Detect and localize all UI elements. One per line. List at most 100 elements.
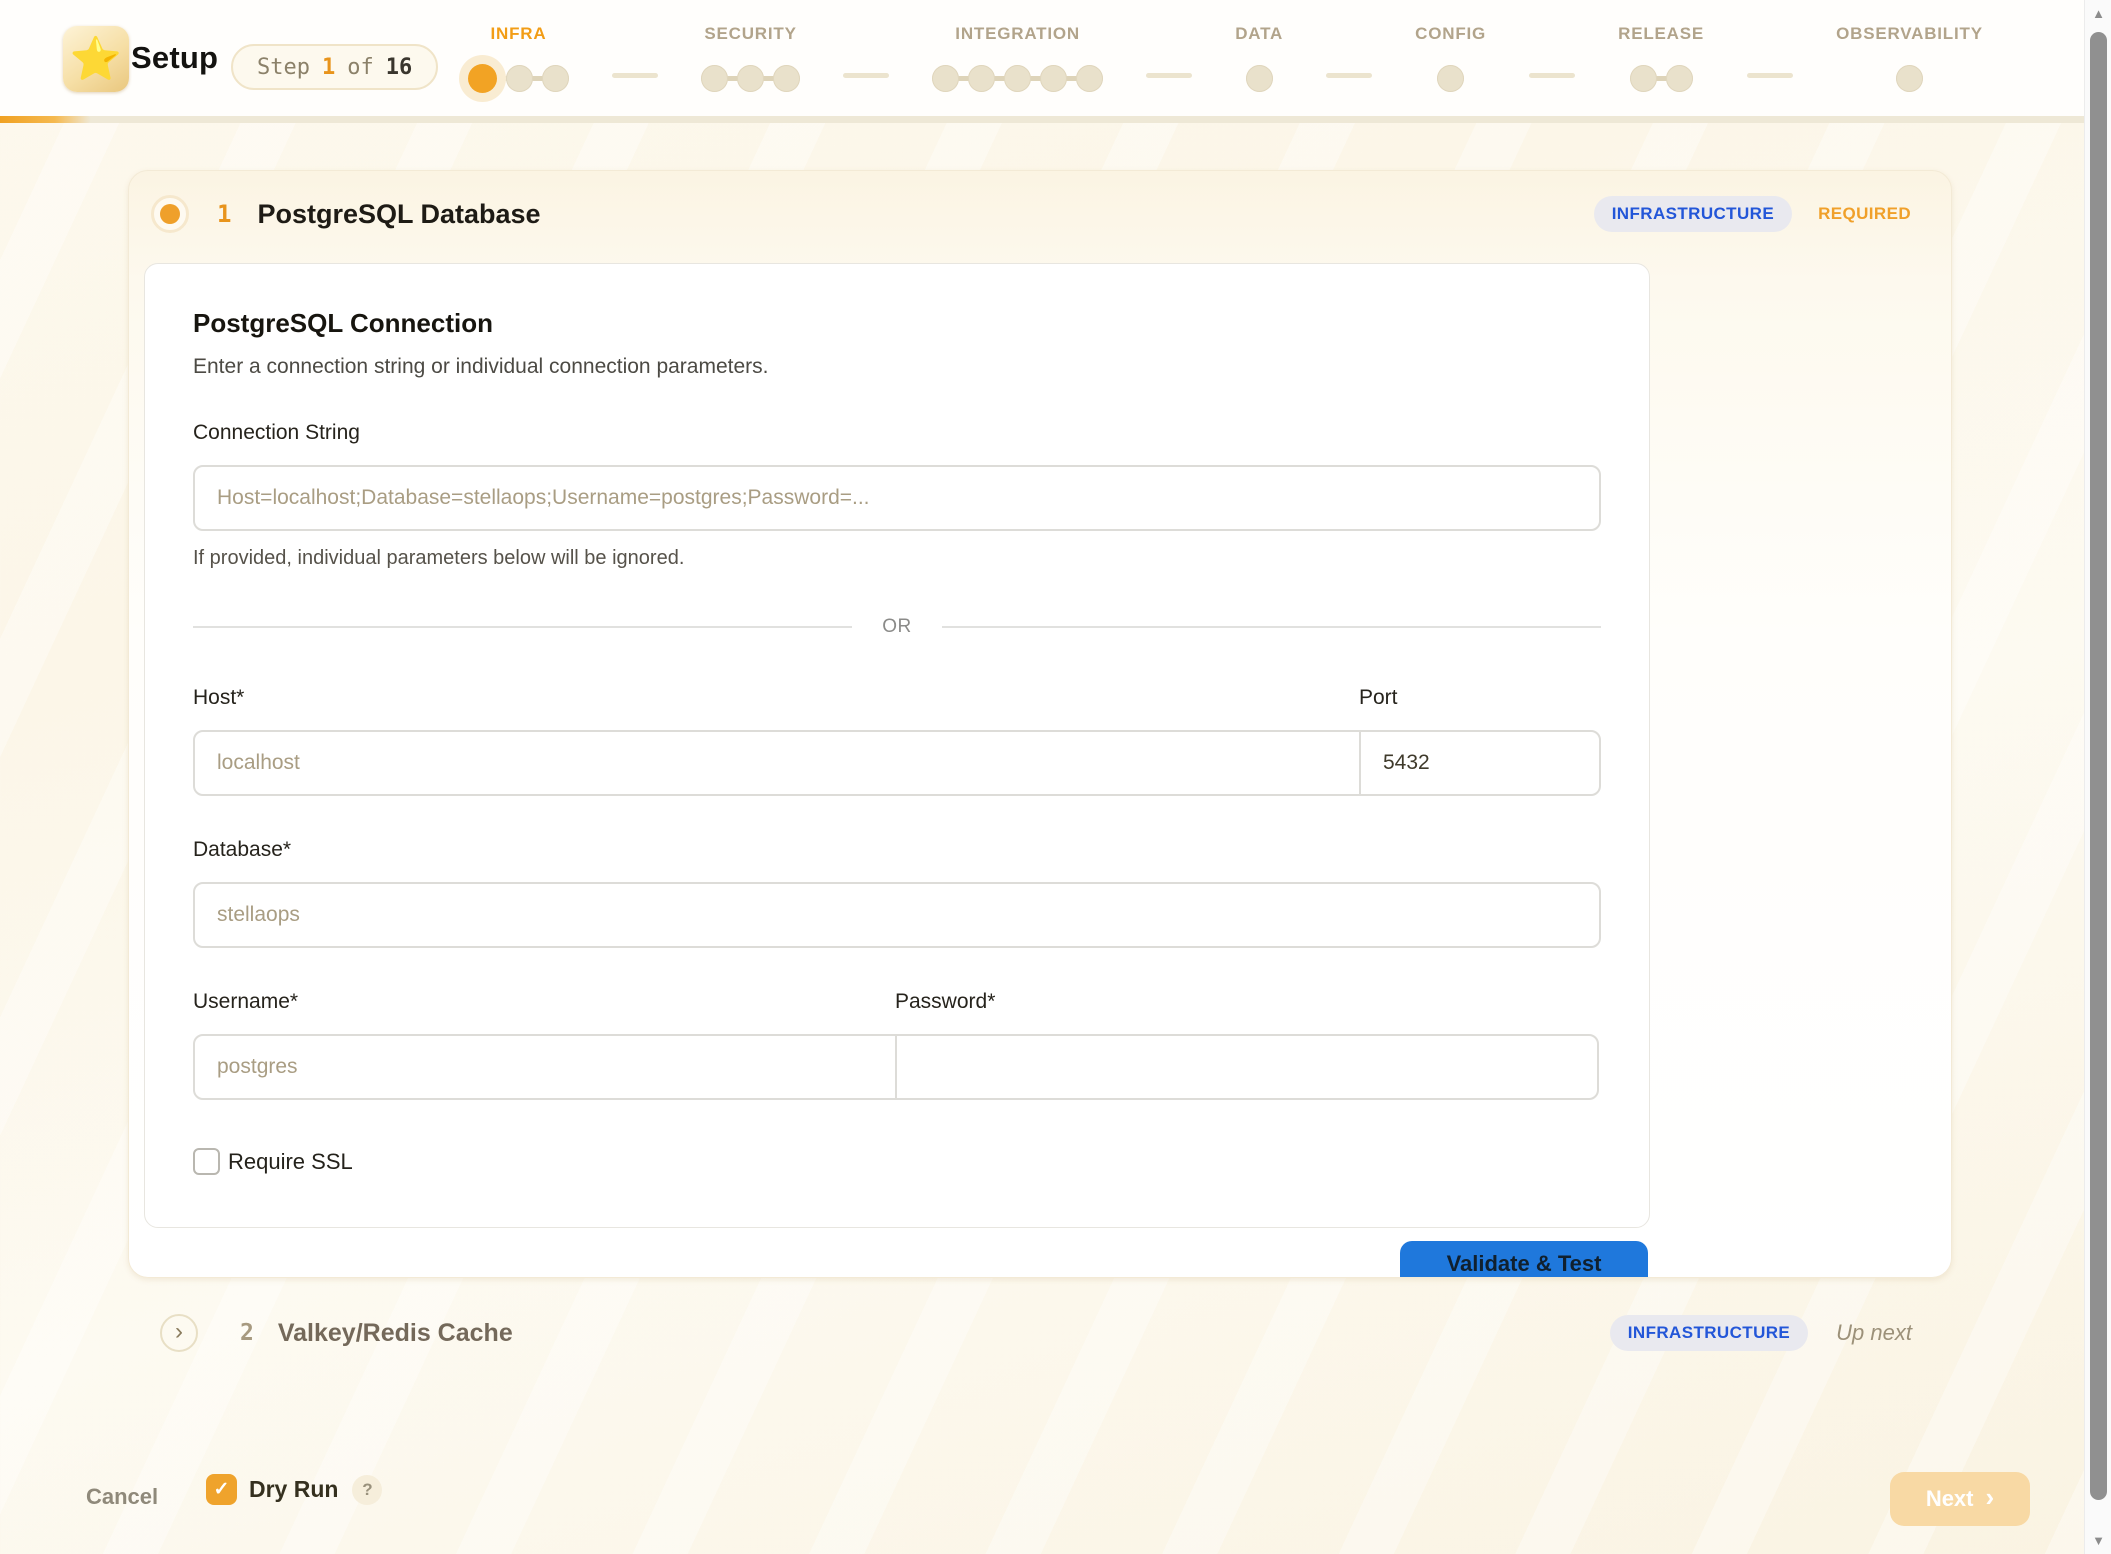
password-field-group: Password* — [895, 948, 1599, 1100]
step-dot — [701, 65, 728, 92]
divider-line — [942, 626, 1601, 628]
stepper-dots — [1437, 58, 1464, 98]
stepper-group-data: DATA — [1235, 24, 1283, 98]
step-dot-active — [468, 64, 497, 93]
stepper-group-label: CONFIG — [1415, 24, 1486, 44]
stepper-group-infra: INFRA — [468, 24, 569, 98]
stepper-group-release: RELEASE — [1618, 24, 1704, 98]
wizard-stepper: INFRA SECURITY INTEGRATION DATA CONFIG RELEAS… — [468, 24, 1983, 110]
scroll-down-icon[interactable]: ▼ — [2085, 1533, 2111, 1548]
up-next-status: Up next — [1836, 1320, 1912, 1346]
host-input[interactable] — [193, 730, 1361, 796]
step-dot — [542, 65, 569, 92]
port-input[interactable] — [1359, 730, 1601, 796]
step-dot — [1666, 65, 1693, 92]
connection-form: PostgreSQL Connection Enter a connection… — [144, 263, 1650, 1228]
vertical-scrollbar[interactable]: ▲ ▼ — [2084, 0, 2111, 1554]
require-ssl-checkbox[interactable] — [193, 1148, 220, 1175]
active-step-radio-icon — [151, 195, 189, 233]
page-title: Setup — [131, 40, 218, 76]
chevron-right-icon: › — [1986, 1484, 1995, 1514]
step-dot — [1630, 65, 1657, 92]
password-input[interactable] — [895, 1034, 1599, 1100]
stepper-connector — [1529, 73, 1575, 78]
dry-run-checkbox[interactable]: ✓ — [206, 1474, 237, 1505]
stepper-connector — [1326, 73, 1372, 78]
username-password-row: Username* Password* — [193, 948, 1601, 1100]
stepper-dots — [1630, 58, 1693, 98]
require-ssl-row: Require SSL — [193, 1148, 1601, 1175]
app-header: ⭐ Setup Step 1 of 16 INFRA SECURITY INTEGR… — [0, 0, 2111, 123]
username-input[interactable] — [193, 1034, 897, 1100]
step-dot — [1246, 65, 1273, 92]
stepper-group-label: SECURITY — [704, 24, 796, 44]
divider-text: OR — [882, 616, 912, 638]
step-dot — [506, 65, 533, 92]
step-dot — [1040, 65, 1067, 92]
connection-string-label: Connection String — [193, 421, 1601, 445]
stepper-connector — [1146, 73, 1192, 78]
stepper-group-label: RELEASE — [1618, 24, 1704, 44]
progress-bar-fill — [0, 116, 91, 123]
stepper-dots — [468, 58, 569, 98]
validate-test-button[interactable]: Validate & Test — [1400, 1241, 1648, 1278]
step-counter-badge: Step 1 of 16 — [231, 44, 438, 90]
step-dot — [737, 65, 764, 92]
stepper-dots — [1896, 58, 1923, 98]
step-total: 16 — [386, 55, 413, 80]
section-index: 1 — [217, 200, 231, 228]
port-label: Port — [1359, 686, 1601, 710]
wizard-footer: Cancel ✓ Dry Run ? Next › — [0, 1458, 2111, 1554]
form-heading: PostgreSQL Connection — [193, 308, 1601, 339]
password-label: Password* — [895, 990, 1599, 1014]
stepper-group-label: OBSERVABILITY — [1836, 24, 1983, 44]
scroll-up-icon[interactable]: ▲ — [2085, 6, 2111, 21]
stepper-group-config: CONFIG — [1415, 24, 1486, 98]
or-divider: OR — [193, 616, 1601, 638]
help-icon[interactable]: ? — [352, 1475, 382, 1505]
stepper-dots — [701, 58, 800, 98]
step-dot — [932, 65, 959, 92]
step-of: of — [347, 55, 374, 80]
stepper-group-label: DATA — [1235, 24, 1283, 44]
section-badges: INFRASTRUCTURE REQUIRED — [1594, 196, 1911, 232]
next-section-index: 2 — [240, 1320, 254, 1346]
stepper-group-integration: INTEGRATION — [932, 24, 1103, 98]
step-dot — [773, 65, 800, 92]
radio-dot — [160, 204, 180, 224]
section-title: PostgreSQL Database — [257, 199, 540, 230]
stepper-connector — [843, 73, 889, 78]
next-section-title: Valkey/Redis Cache — [278, 1319, 513, 1348]
stepper-dots — [932, 58, 1103, 98]
step-dot — [968, 65, 995, 92]
chevron-right-icon[interactable]: › — [160, 1314, 198, 1352]
host-field-group: Host* — [193, 644, 1361, 796]
scrollbar-thumb[interactable] — [2090, 32, 2107, 1500]
section-header[interactable]: 1 PostgreSQL Database INFRASTRUCTURE REQ… — [129, 171, 1951, 253]
step-dot — [1437, 65, 1464, 92]
dry-run-label: Dry Run — [249, 1476, 338, 1503]
infrastructure-badge: INFRASTRUCTURE — [1594, 196, 1792, 232]
connection-string-input[interactable] — [193, 465, 1601, 531]
required-badge: REQUIRED — [1818, 204, 1911, 224]
progress-bar — [0, 116, 2111, 123]
form-subheading: Enter a connection string or individual … — [193, 355, 1601, 379]
divider-line — [193, 626, 852, 628]
step-dot — [1004, 65, 1031, 92]
dry-run-toggle: ✓ Dry Run ? — [206, 1474, 382, 1505]
stepper-connector — [1747, 73, 1793, 78]
stepper-connector — [612, 73, 658, 78]
username-label: Username* — [193, 990, 897, 1014]
stepper-group-label: INTEGRATION — [955, 24, 1080, 44]
next-button[interactable]: Next › — [1890, 1472, 2030, 1526]
app-logo-icon: ⭐ — [63, 26, 129, 92]
valkey-redis-section-row[interactable]: › 2 Valkey/Redis Cache INFRASTRUCTURE Up… — [128, 1300, 1952, 1366]
cancel-button[interactable]: Cancel — [86, 1484, 158, 1510]
next-button-label: Next — [1926, 1486, 1974, 1512]
port-field-group: Port — [1359, 644, 1601, 796]
step-current: 1 — [322, 55, 335, 80]
stepper-dots — [1246, 58, 1273, 98]
infrastructure-badge: INFRASTRUCTURE — [1610, 1315, 1808, 1351]
step-dot — [1896, 65, 1923, 92]
database-input[interactable] — [193, 882, 1601, 948]
